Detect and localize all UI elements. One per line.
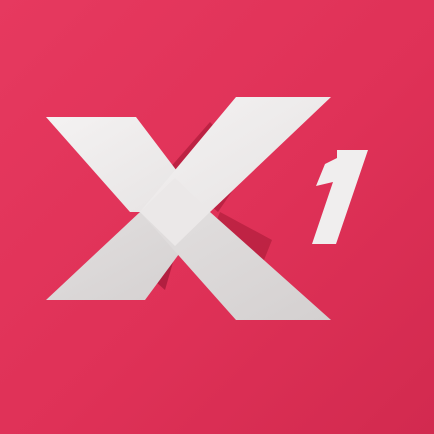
app-icon[interactable] (0, 0, 434, 434)
logo-superscript-one (312, 150, 368, 244)
x1-logo-icon (46, 97, 368, 320)
